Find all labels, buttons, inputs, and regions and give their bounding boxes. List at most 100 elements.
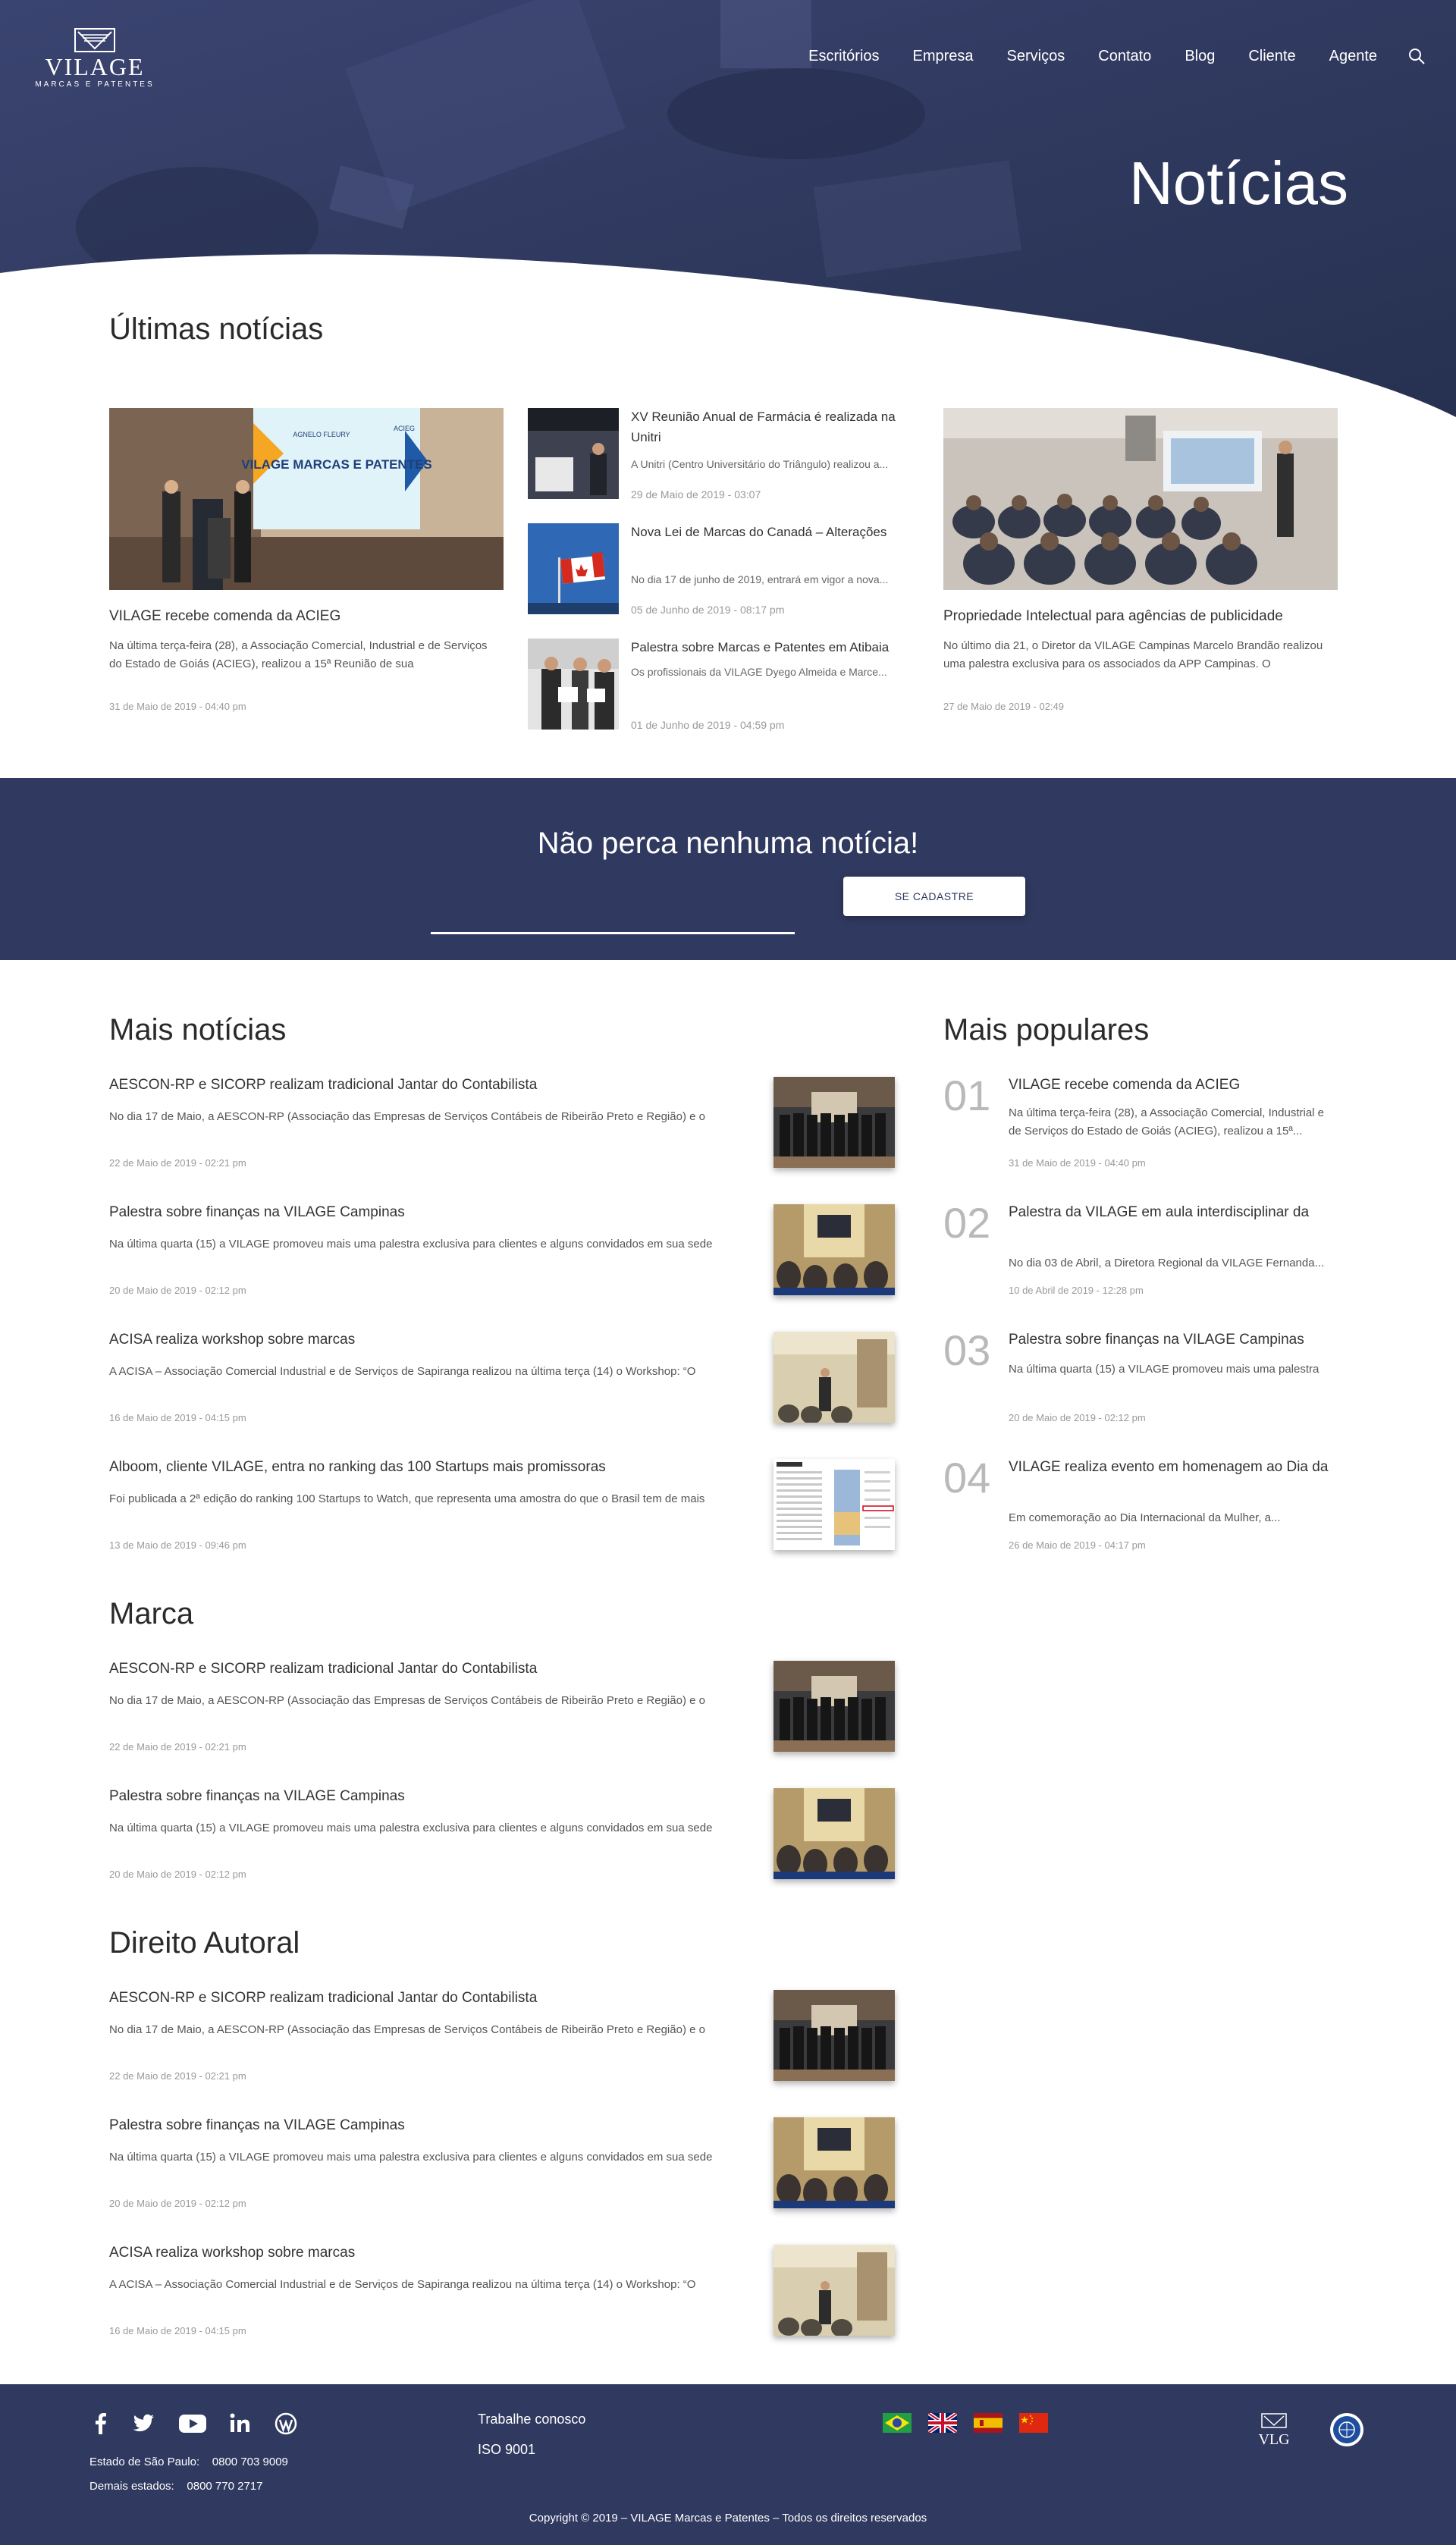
finance-talk-photo: [774, 1788, 895, 1879]
middle-item-3-image[interactable]: [528, 639, 619, 730]
footer: Estado de São Paulo: 0800 703 9009 Demai…: [0, 2384, 1456, 2545]
linkedin-icon[interactable]: [228, 2410, 253, 2436]
popular-item-1-date: 31 de Maio de 2019 - 04:40 pm: [1009, 1157, 1146, 1169]
twitter-icon[interactable]: [130, 2410, 156, 2436]
featured-right-image[interactable]: [943, 408, 1338, 590]
wordpress-icon[interactable]: [273, 2410, 299, 2436]
unitri-photo: [528, 408, 619, 499]
finance-talk-photo: [774, 1204, 895, 1295]
nav-cliente[interactable]: Cliente: [1248, 48, 1295, 65]
middle-item-1-image[interactable]: [528, 408, 619, 499]
marca-item-1-thumbnail[interactable]: [774, 1661, 895, 1752]
nav-agente[interactable]: Agente: [1329, 48, 1377, 65]
direito-item-3-date: 16 de Maio de 2019 - 04:15 pm: [109, 2325, 246, 2336]
direito-item-3-thumbnail[interactable]: [774, 2245, 895, 2336]
dinner-group-photo: [774, 1990, 895, 2081]
featured-right-excerpt: No último dia 21, o Diretor da VILAGE Ca…: [943, 639, 1323, 670]
middle-item-2-image[interactable]: [528, 523, 619, 614]
canada-flag-photo: [528, 523, 619, 614]
direito-item-1-title[interactable]: AESCON-RP e SICORP realizam tradicional …: [109, 1990, 537, 2007]
startup-ranking-table-image: [774, 1459, 895, 1550]
more-news-item-3-thumbnail[interactable]: [774, 1332, 895, 1423]
featured-right-title[interactable]: Propriedade Intelectual para agências de…: [943, 608, 1283, 625]
popular-item-1-title[interactable]: VILAGE recebe comenda da ACIEG: [1009, 1077, 1240, 1094]
more-news-item-4-date: 13 de Maio de 2019 - 09:46 pm: [109, 1539, 246, 1551]
popular-item-3-title[interactable]: Palestra sobre finanças na VILAGE Campin…: [1009, 1332, 1304, 1348]
app-campinas-photo: [943, 408, 1338, 590]
popular-item-2-title[interactable]: Palestra da VILAGE em aula interdiscipli…: [1009, 1204, 1309, 1221]
direito-item-3-excerpt: A ACISA – Associação Comercial Industria…: [109, 2278, 696, 2291]
photo-small-text: AGNELO FLEURY: [293, 431, 350, 438]
more-news-item-2-title[interactable]: Palestra sobre finanças na VILAGE Campin…: [109, 1204, 405, 1221]
more-news-item-2-thumbnail[interactable]: [774, 1204, 895, 1295]
direito-item-1-thumbnail[interactable]: [774, 1990, 895, 2081]
newsletter-banner: Não perca nenhuma notícia! SE CADASTRE: [0, 778, 1456, 960]
middle-item-2-date: 05 de Junho de 2019 - 08:17 pm: [631, 604, 785, 616]
middle-item-3-title[interactable]: Palestra sobre Marcas e Patentes em Atib…: [631, 637, 927, 657]
popular-item-3-excerpt: Na última quarta (15) a VILAGE promoveu …: [1009, 1363, 1320, 1376]
middle-item-1-date: 29 de Maio de 2019 - 03:07: [631, 488, 761, 501]
uk-flag-icon[interactable]: [928, 2413, 957, 2433]
finance-talk-photo: [774, 2117, 895, 2208]
latest-news-heading: Últimas notícias: [109, 312, 324, 346]
featured-left-image[interactable]: VILAGE MARCAS E PATENTES AGNELO FLEURY A…: [109, 408, 504, 590]
middle-item-3-date: 01 de Junho de 2019 - 04:59 pm: [631, 719, 785, 731]
middle-item-2-title[interactable]: Nova Lei de Marcas do Canadá – Alteraçõe…: [631, 522, 927, 542]
more-news-item-1-date: 22 de Maio de 2019 - 02:21 pm: [109, 1157, 246, 1169]
spain-flag-icon[interactable]: [974, 2413, 1003, 2433]
more-news-item-4-title[interactable]: Alboom, cliente VILAGE, entra no ranking…: [109, 1459, 606, 1476]
marca-item-2-title[interactable]: Palestra sobre finanças na VILAGE Campin…: [109, 1788, 405, 1805]
nav-servicos[interactable]: Serviços: [1007, 48, 1065, 65]
popular-item-3-number: 03: [943, 1326, 991, 1374]
nav-blog[interactable]: Blog: [1185, 48, 1215, 65]
iso-9001-link[interactable]: ISO 9001: [478, 2442, 535, 2458]
nav-contato[interactable]: Contato: [1098, 48, 1151, 65]
photo-badge: ACIEG: [394, 425, 415, 432]
atibaia-photo: [528, 639, 619, 730]
more-news-item-1-excerpt: No dia 17 de Maio, a AESCON-RP (Associaç…: [109, 1110, 705, 1123]
nav-empresa[interactable]: Empresa: [913, 48, 974, 65]
vlg-mark-icon: [1261, 2413, 1287, 2428]
middle-item-1-title[interactable]: XV Reunião Anual de Farmácia é realizada…: [631, 406, 927, 447]
acieg-event-photo: VILAGE MARCAS E PATENTES AGNELO FLEURY A…: [109, 408, 504, 590]
middle-item-1-excerpt: A Unitri (Centro Universitário do Triâng…: [631, 458, 889, 470]
subscribe-button[interactable]: SE CADASTRE: [843, 877, 1025, 916]
acisa-workshop-photo: [774, 2245, 895, 2336]
direito-item-2-title[interactable]: Palestra sobre finanças na VILAGE Campin…: [109, 2117, 405, 2134]
marca-item-1-title[interactable]: AESCON-RP e SICORP realizam tradicional …: [109, 1661, 537, 1677]
vlg-text: VLG: [1258, 2431, 1290, 2448]
acisa-workshop-photo: [774, 1332, 895, 1423]
more-news-item-2-date: 20 de Maio de 2019 - 02:12 pm: [109, 1285, 246, 1296]
nav-escritorios[interactable]: Escritórios: [808, 48, 879, 65]
newsletter-title: Não perca nenhuma notícia!: [537, 827, 919, 860]
more-news-heading: Mais notícias: [109, 1013, 287, 1047]
youtube-icon[interactable]: [177, 2410, 208, 2436]
dinner-group-photo: [774, 1661, 895, 1752]
facebook-icon[interactable]: [88, 2410, 114, 2436]
logo-tagline: MARCAS E PATENTES: [35, 80, 155, 89]
direito-item-2-thumbnail[interactable]: [774, 2117, 895, 2208]
more-news-item-1-title[interactable]: AESCON-RP e SICORP realizam tradicional …: [109, 1077, 537, 1094]
phone-sao-paulo: Estado de São Paulo: 0800 703 9009: [89, 2456, 288, 2468]
marca-item-1-excerpt: No dia 17 de Maio, a AESCON-RP (Associaç…: [109, 1694, 705, 1707]
popular-item-2-date: 10 de Abril de 2019 - 12:28 pm: [1009, 1285, 1144, 1296]
more-news-item-1-thumbnail[interactable]: [774, 1077, 895, 1168]
search-icon[interactable]: [1407, 47, 1426, 65]
featured-left-title[interactable]: VILAGE recebe comenda da ACIEG: [109, 608, 340, 625]
newsletter-email-input[interactable]: [431, 902, 795, 934]
marca-item-2-thumbnail[interactable]: [774, 1788, 895, 1879]
popular-item-1-excerpt: Na última terça-feira (28), a Associação…: [1009, 1106, 1325, 1138]
more-news-item-4-thumbnail[interactable]: [774, 1459, 895, 1550]
more-news-item-3-title[interactable]: ACISA realiza workshop sobre marcas: [109, 1332, 355, 1348]
careers-link[interactable]: Trabalhe conosco: [478, 2412, 585, 2427]
popular-item-4-title[interactable]: VILAGE realiza evento em homenagem ao Di…: [1009, 1459, 1328, 1476]
brazil-flag-icon[interactable]: [883, 2413, 912, 2433]
featured-left-date: 31 de Maio de 2019 - 04:40 pm: [109, 701, 246, 712]
popular-item-4-date: 26 de Maio de 2019 - 04:17 pm: [1009, 1539, 1146, 1551]
vilage-logo[interactable]: VILAGE MARCAS E PATENTES: [30, 27, 159, 96]
direito-item-2-date: 20 de Maio de 2019 - 02:12 pm: [109, 2198, 246, 2209]
china-flag-icon[interactable]: [1019, 2413, 1048, 2433]
direito-item-3-title[interactable]: ACISA realiza workshop sobre marcas: [109, 2245, 355, 2261]
marca-heading: Marca: [109, 1597, 194, 1630]
more-news-item-2-excerpt: Na última quarta (15) a VILAGE promoveu …: [109, 1238, 713, 1251]
